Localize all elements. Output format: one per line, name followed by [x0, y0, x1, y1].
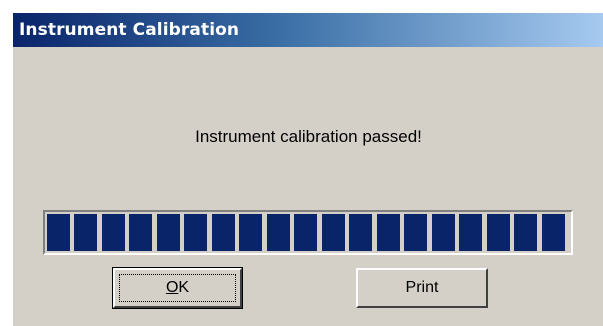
progress-segment	[322, 214, 345, 251]
calibration-progress-bar	[43, 210, 573, 255]
focus-rectangle	[119, 274, 236, 302]
progress-segment	[102, 214, 125, 251]
progress-segment	[74, 214, 97, 251]
progress-segment	[377, 214, 400, 251]
print-button-label: Print	[405, 279, 439, 296]
progress-segment	[157, 214, 180, 251]
status-message: Instrument calibration passed!	[195, 127, 422, 146]
progress-segment	[459, 214, 482, 251]
progress-segment	[212, 214, 235, 251]
progress-segment	[542, 214, 565, 251]
dialog-title: Instrument Calibration	[19, 20, 240, 40]
print-button[interactable]: Print	[356, 268, 488, 308]
progress-segment	[47, 214, 70, 251]
progress-segment	[294, 214, 317, 251]
ok-button[interactable]: OK	[112, 267, 243, 309]
progress-segment	[184, 214, 207, 251]
progress-segment	[267, 214, 290, 251]
calibration-dialog: Instrument Calibration Instrument calibr…	[12, 12, 603, 326]
progress-segment	[129, 214, 152, 251]
progress-segment	[404, 214, 427, 251]
progress-segment	[349, 214, 372, 251]
progress-segment	[514, 214, 537, 251]
progress-segment	[239, 214, 262, 251]
title-bar[interactable]: Instrument Calibration	[13, 13, 603, 47]
progress-segment	[432, 214, 455, 251]
progress-segment	[487, 214, 510, 251]
progress-track	[47, 214, 569, 251]
